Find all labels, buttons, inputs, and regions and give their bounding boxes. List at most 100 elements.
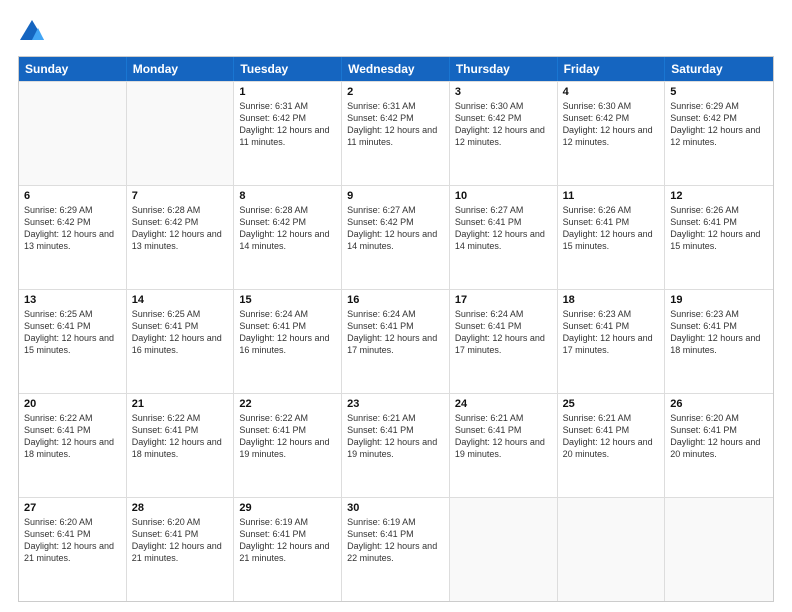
calendar-cell: 30 Sunrise: 6:19 AM Sunset: 6:41 PM Dayli… xyxy=(342,498,450,601)
calendar-cell: 4 Sunrise: 6:30 AM Sunset: 6:42 PM Daylig… xyxy=(558,82,666,185)
calendar-cell: 19Sunrise: 6:23 AM Sunset: 6:41 PM Dayli… xyxy=(665,290,773,393)
day-info: Sunrise: 6:23 AM Sunset: 6:41 PM Dayligh… xyxy=(563,308,660,357)
day-info: Sunrise: 6:21 AM Sunset: 6:41 PM Dayligh… xyxy=(563,412,660,461)
calendar-header-saturday: Saturday xyxy=(665,57,773,81)
calendar-cell xyxy=(450,498,558,601)
day-number: 26 xyxy=(670,398,768,410)
day-number: 28 xyxy=(132,502,229,514)
calendar-cell: 26 Sunrise: 6:20 AM Sunset: 6:41 PM Dayli… xyxy=(665,394,773,497)
day-number: 17 xyxy=(455,294,552,306)
day-number: 13 xyxy=(24,294,121,306)
calendar-cell: 29 Sunrise: 6:19 AM Sunset: 6:41 PM Dayli… xyxy=(234,498,342,601)
logo-icon xyxy=(18,18,46,46)
day-info: Sunrise: 6:19 AM Sunset: 6:41 PM Dayligh… xyxy=(347,516,444,565)
calendar-row-3: 20 Sunrise: 6:22 AM Sunset: 6:41 PM Dayli… xyxy=(19,393,773,497)
calendar-cell: 10 Sunrise: 6:27 AM Sunset: 6:41 PM Dayli… xyxy=(450,186,558,289)
day-number: 7 xyxy=(132,190,229,202)
calendar-cell xyxy=(19,82,127,185)
calendar-cell: 25 Sunrise: 6:21 AM Sunset: 6:41 PM Dayli… xyxy=(558,394,666,497)
calendar-cell xyxy=(127,82,235,185)
day-number: 15 xyxy=(239,294,336,306)
day-info: Sunrise: 6:29 AM Sunset: 6:42 PM Dayligh… xyxy=(24,204,121,253)
calendar-cell: 16Sunrise: 6:24 AM Sunset: 6:41 PM Dayli… xyxy=(342,290,450,393)
day-info: Sunrise: 6:30 AM Sunset: 6:42 PM Dayligh… xyxy=(455,100,552,149)
calendar-header-row: SundayMondayTuesdayWednesdayThursdayFrid… xyxy=(19,57,773,81)
calendar-cell: 21 Sunrise: 6:22 AM Sunset: 6:41 PM Dayli… xyxy=(127,394,235,497)
logo xyxy=(18,18,50,46)
calendar-cell: 23Sunrise: 6:21 AM Sunset: 6:41 PM Dayli… xyxy=(342,394,450,497)
day-info: Sunrise: 6:31 AM Sunset: 6:42 PM Dayligh… xyxy=(239,100,336,149)
day-info: Sunrise: 6:28 AM Sunset: 6:42 PM Dayligh… xyxy=(132,204,229,253)
day-number: 6 xyxy=(24,190,121,202)
calendar-row-4: 27 Sunrise: 6:20 AM Sunset: 6:41 PM Dayli… xyxy=(19,497,773,601)
calendar-cell: 9 Sunrise: 6:27 AM Sunset: 6:42 PM Daylig… xyxy=(342,186,450,289)
day-number: 21 xyxy=(132,398,229,410)
calendar-cell xyxy=(665,498,773,601)
day-number: 10 xyxy=(455,190,552,202)
day-info: Sunrise: 6:25 AM Sunset: 6:41 PM Dayligh… xyxy=(24,308,121,357)
day-info: Sunrise: 6:20 AM Sunset: 6:41 PM Dayligh… xyxy=(670,412,768,461)
day-number: 5 xyxy=(670,86,768,98)
day-number: 8 xyxy=(239,190,336,202)
day-number: 12 xyxy=(670,190,768,202)
calendar-cell: 7 Sunrise: 6:28 AM Sunset: 6:42 PM Daylig… xyxy=(127,186,235,289)
calendar-row-0: 1Sunrise: 6:31 AM Sunset: 6:42 PM Daylig… xyxy=(19,81,773,185)
day-number: 18 xyxy=(563,294,660,306)
calendar-cell: 3 Sunrise: 6:30 AM Sunset: 6:42 PM Daylig… xyxy=(450,82,558,185)
day-info: Sunrise: 6:22 AM Sunset: 6:41 PM Dayligh… xyxy=(132,412,229,461)
day-number: 30 xyxy=(347,502,444,514)
calendar-cell: 1Sunrise: 6:31 AM Sunset: 6:42 PM Daylig… xyxy=(234,82,342,185)
day-number: 20 xyxy=(24,398,121,410)
calendar-row-2: 13 Sunrise: 6:25 AM Sunset: 6:41 PM Dayli… xyxy=(19,289,773,393)
day-info: Sunrise: 6:21 AM Sunset: 6:41 PM Dayligh… xyxy=(455,412,552,461)
day-number: 11 xyxy=(563,190,660,202)
day-number: 2 xyxy=(347,86,444,98)
calendar-cell: 15 Sunrise: 6:24 AM Sunset: 6:41 PM Dayli… xyxy=(234,290,342,393)
day-number: 9 xyxy=(347,190,444,202)
day-info: Sunrise: 6:27 AM Sunset: 6:41 PM Dayligh… xyxy=(455,204,552,253)
calendar-cell: 6 Sunrise: 6:29 AM Sunset: 6:42 PM Daylig… xyxy=(19,186,127,289)
calendar-header-friday: Friday xyxy=(558,57,666,81)
day-info: Sunrise: 6:24 AM Sunset: 6:41 PM Dayligh… xyxy=(455,308,552,357)
day-number: 3 xyxy=(455,86,552,98)
day-number: 25 xyxy=(563,398,660,410)
day-info: Sunrise: 6:29 AM Sunset: 6:42 PM Dayligh… xyxy=(670,100,768,149)
calendar-cell: 5 Sunrise: 6:29 AM Sunset: 6:42 PM Daylig… xyxy=(665,82,773,185)
calendar-cell: 13 Sunrise: 6:25 AM Sunset: 6:41 PM Dayli… xyxy=(19,290,127,393)
day-info: Sunrise: 6:24 AM Sunset: 6:41 PM Dayligh… xyxy=(239,308,336,357)
calendar-cell: 2Sunrise: 6:31 AM Sunset: 6:42 PM Daylig… xyxy=(342,82,450,185)
calendar-header-monday: Monday xyxy=(127,57,235,81)
calendar-cell: 22 Sunrise: 6:22 AM Sunset: 6:41 PM Dayli… xyxy=(234,394,342,497)
day-number: 4 xyxy=(563,86,660,98)
day-info: Sunrise: 6:22 AM Sunset: 6:41 PM Dayligh… xyxy=(239,412,336,461)
calendar-cell: 11 Sunrise: 6:26 AM Sunset: 6:41 PM Dayli… xyxy=(558,186,666,289)
day-info: Sunrise: 6:21 AM Sunset: 6:41 PM Dayligh… xyxy=(347,412,444,461)
day-number: 29 xyxy=(239,502,336,514)
header xyxy=(18,18,774,46)
day-info: Sunrise: 6:22 AM Sunset: 6:41 PM Dayligh… xyxy=(24,412,121,461)
calendar-cell: 27 Sunrise: 6:20 AM Sunset: 6:41 PM Dayli… xyxy=(19,498,127,601)
calendar-body: 1Sunrise: 6:31 AM Sunset: 6:42 PM Daylig… xyxy=(19,81,773,601)
calendar-cell: 8 Sunrise: 6:28 AM Sunset: 6:42 PM Daylig… xyxy=(234,186,342,289)
calendar-header-tuesday: Tuesday xyxy=(234,57,342,81)
calendar-cell: 20 Sunrise: 6:22 AM Sunset: 6:41 PM Dayli… xyxy=(19,394,127,497)
day-number: 22 xyxy=(239,398,336,410)
day-number: 19 xyxy=(670,294,768,306)
calendar-cell: 24Sunrise: 6:21 AM Sunset: 6:41 PM Dayli… xyxy=(450,394,558,497)
day-info: Sunrise: 6:27 AM Sunset: 6:42 PM Dayligh… xyxy=(347,204,444,253)
day-info: Sunrise: 6:26 AM Sunset: 6:41 PM Dayligh… xyxy=(563,204,660,253)
day-info: Sunrise: 6:28 AM Sunset: 6:42 PM Dayligh… xyxy=(239,204,336,253)
calendar-row-1: 6 Sunrise: 6:29 AM Sunset: 6:42 PM Daylig… xyxy=(19,185,773,289)
calendar: SundayMondayTuesdayWednesdayThursdayFrid… xyxy=(18,56,774,602)
day-info: Sunrise: 6:30 AM Sunset: 6:42 PM Dayligh… xyxy=(563,100,660,149)
day-info: Sunrise: 6:20 AM Sunset: 6:41 PM Dayligh… xyxy=(24,516,121,565)
calendar-cell: 17 Sunrise: 6:24 AM Sunset: 6:41 PM Dayli… xyxy=(450,290,558,393)
day-number: 27 xyxy=(24,502,121,514)
day-info: Sunrise: 6:24 AM Sunset: 6:41 PM Dayligh… xyxy=(347,308,444,357)
calendar-header-sunday: Sunday xyxy=(19,57,127,81)
calendar-cell: 28Sunrise: 6:20 AM Sunset: 6:41 PM Dayli… xyxy=(127,498,235,601)
day-info: Sunrise: 6:26 AM Sunset: 6:41 PM Dayligh… xyxy=(670,204,768,253)
calendar-cell: 18 Sunrise: 6:23 AM Sunset: 6:41 PM Dayli… xyxy=(558,290,666,393)
day-info: Sunrise: 6:19 AM Sunset: 6:41 PM Dayligh… xyxy=(239,516,336,565)
day-number: 14 xyxy=(132,294,229,306)
